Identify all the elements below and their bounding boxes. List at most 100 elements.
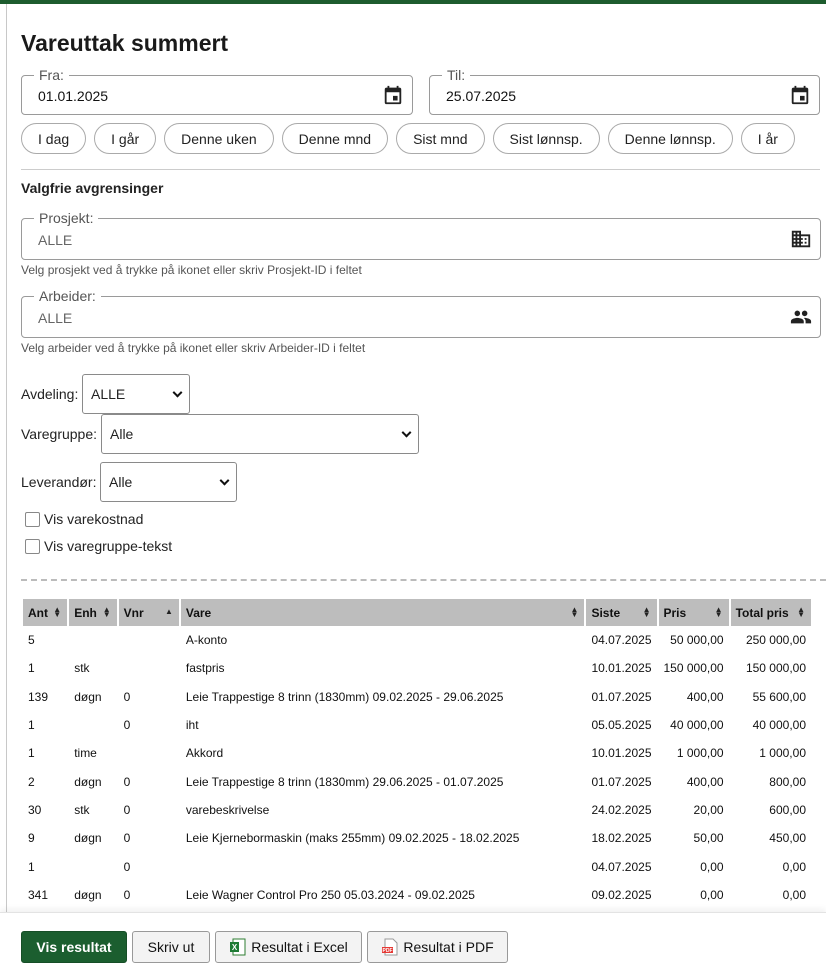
- excel-button[interactable]: X Resultat i Excel: [215, 931, 362, 963]
- table-cell: 5: [28, 633, 35, 648]
- table-cell: 341: [28, 887, 49, 902]
- table-row[interactable]: 139 døgn 0 Leie Trappestige 8 trinn (1830mm…: [23, 683, 811, 711]
- table-cell: 2: [28, 774, 35, 789]
- worker-field[interactable]: Arbeider: ALLE: [21, 288, 821, 338]
- sort-asc-icon[interactable]: ▲: [165, 608, 173, 616]
- table-cell: 1: [28, 859, 35, 874]
- table-cell: 0,00: [700, 887, 724, 902]
- chip-yesterday[interactable]: I går: [94, 123, 157, 154]
- from-date-label: Fra:: [34, 67, 69, 83]
- table-cell: 18.02.2025: [591, 831, 652, 846]
- column-header-siste[interactable]: Siste ▲ ▼: [586, 599, 657, 626]
- column-header-vnr[interactable]: Vnr ▲: [118, 599, 179, 626]
- chip-today[interactable]: I dag: [21, 123, 87, 154]
- page-title: Vareuttak summert: [21, 30, 229, 56]
- table-row[interactable]: 2 døgn 0 Leie Trappestige 8 trinn (1830mm) …: [23, 767, 811, 795]
- column-header-enh[interactable]: Enh ▲ ▼: [69, 599, 117, 626]
- table-cell: varebeskrivelse: [185, 802, 270, 817]
- pdf-icon: PDF: [382, 938, 398, 956]
- table-row[interactable]: 1 time Akkord 10.01.2025 1 000,00 1 000,00: [23, 739, 811, 767]
- table-cell: Akkord: [185, 746, 224, 761]
- table-cell: 150 000,00: [745, 661, 806, 676]
- table-row[interactable]: 1 0 04.07.2025 0,00 0,00: [23, 852, 811, 880]
- sort-icon[interactable]: ▲ ▼: [571, 606, 579, 619]
- table-cell: 1 000,00: [759, 746, 806, 761]
- table-cell: 0: [123, 689, 131, 704]
- table-cell: 01.07.2025: [591, 689, 652, 704]
- worker-label: Arbeider:: [34, 288, 101, 304]
- excel-icon: X: [230, 938, 246, 956]
- project-field[interactable]: Prosjekt: ALLE: [21, 210, 821, 260]
- sort-icon[interactable]: ▲ ▼: [103, 606, 111, 619]
- table-body: 5 A-konto 04.07.2025 50 000,00 250 000,00 1 st…: [23, 626, 811, 909]
- show-cost-checkbox[interactable]: Vis varekostnad: [25, 511, 143, 527]
- table-cell: 05.05.2025: [591, 718, 652, 733]
- table-cell: 0,00: [700, 859, 724, 874]
- top-accent-bar: [0, 0, 826, 4]
- column-header-ant[interactable]: Ant ▲ ▼: [23, 599, 68, 626]
- show-group-text-checkbox[interactable]: Vis varegruppe-tekst: [25, 538, 172, 554]
- table-row[interactable]: 341 døgn 0 Leie Wagner Control Pro 250 05.0…: [23, 881, 811, 909]
- chip-last-month[interactable]: Sist mnd: [396, 123, 485, 154]
- table-cell: 40 000,00: [752, 718, 806, 733]
- left-divider: [6, 4, 7, 914]
- table-cell: 04.07.2025: [591, 859, 652, 874]
- from-date-value[interactable]: 01.01.2025: [38, 88, 108, 104]
- supplier-select[interactable]: Alle: [100, 462, 237, 502]
- pdf-button-label: Resultat i PDF: [403, 939, 494, 955]
- chip-this-pay-period[interactable]: Denne lønnsp.: [607, 123, 733, 154]
- to-date-field[interactable]: Til: 25.07.2025: [429, 67, 820, 115]
- action-bar: Vis resultat Skriv ut X Resultat i Excel…: [0, 912, 826, 966]
- table-cell: 55 600,00: [752, 689, 806, 704]
- pdf-button[interactable]: PDF Resultat i PDF: [367, 931, 508, 963]
- chevron-down-icon: [219, 475, 230, 486]
- table-row[interactable]: 30 stk 0 varebeskrivelse 24.02.2025 20,00 600,…: [23, 796, 811, 824]
- table-cell: 0: [123, 887, 131, 902]
- table-row[interactable]: 1 stk fastpris 10.01.2025 150 000,00 150 000,…: [23, 654, 811, 682]
- calendar-icon[interactable]: [789, 84, 811, 106]
- table-cell: 450,00: [769, 831, 806, 846]
- table-cell: 50 000,00: [670, 633, 724, 648]
- to-date-value[interactable]: 25.07.2025: [446, 88, 516, 104]
- column-header-total-pris[interactable]: Total pris ▲ ▼: [730, 599, 811, 626]
- building-icon[interactable]: [790, 228, 812, 250]
- table-cell: døgn: [74, 774, 102, 789]
- table-row[interactable]: 9 døgn 0 Leie Kjernebormaskin (maks 255mm) …: [23, 824, 811, 852]
- chip-this-month[interactable]: Denne mnd: [281, 123, 389, 154]
- sort-icon[interactable]: ▲ ▼: [53, 606, 61, 619]
- sort-icon[interactable]: ▲ ▼: [643, 606, 651, 619]
- from-date-field[interactable]: Fra: 01.01.2025: [21, 67, 413, 115]
- department-select[interactable]: ALLE: [82, 374, 190, 414]
- table-cell: [119, 626, 179, 654]
- department-value: ALLE: [91, 386, 126, 402]
- table-cell: 150 000,00: [663, 661, 724, 676]
- chip-this-year[interactable]: I år: [740, 123, 795, 154]
- table-row[interactable]: 1 0 iht 05.05.2025 40 000,00 40 000,00: [23, 711, 811, 739]
- print-button[interactable]: Skriv ut: [132, 931, 210, 963]
- project-value[interactable]: ALLE: [38, 232, 72, 248]
- calendar-icon[interactable]: [382, 84, 404, 106]
- table-cell: [119, 739, 179, 767]
- table-cell: Leie Wagner Control Pro 250 05.03.2024 -…: [185, 887, 475, 902]
- sort-icon[interactable]: ▲ ▼: [797, 606, 805, 619]
- chip-last-pay-period[interactable]: Sist lønnsp.: [492, 123, 600, 154]
- sort-icon[interactable]: ▲ ▼: [715, 606, 723, 619]
- column-header-vare[interactable]: Vare ▲ ▼: [180, 599, 585, 626]
- table-row[interactable]: 5 A-konto 04.07.2025 50 000,00 250 000,00: [23, 626, 811, 654]
- result-table: Ant ▲ ▼ Enh ▲ ▼ Vnr ▲ Vare ▲ ▼ Siste ▲ ▼ Pris ▲ ▼ T…: [21, 599, 813, 909]
- product-group-select[interactable]: Alle: [101, 414, 419, 454]
- supplier-value: Alle: [109, 474, 133, 490]
- worker-value[interactable]: ALLE: [38, 310, 72, 326]
- table-cell: 50,00: [693, 831, 724, 846]
- checkbox-box[interactable]: [25, 511, 40, 527]
- svg-text:PDF: PDF: [383, 948, 393, 954]
- chip-this-week[interactable]: Denne uken: [164, 123, 274, 154]
- table-cell: 250 000,00: [745, 633, 806, 648]
- show-result-button[interactable]: Vis resultat: [21, 931, 127, 963]
- column-header-pris[interactable]: Pris ▲ ▼: [658, 599, 729, 626]
- checkbox-box[interactable]: [25, 538, 40, 554]
- table-cell: A-konto: [185, 633, 228, 648]
- table-cell: 0,00: [782, 887, 806, 902]
- people-icon[interactable]: [790, 306, 812, 328]
- table-cell: 800,00: [769, 774, 806, 789]
